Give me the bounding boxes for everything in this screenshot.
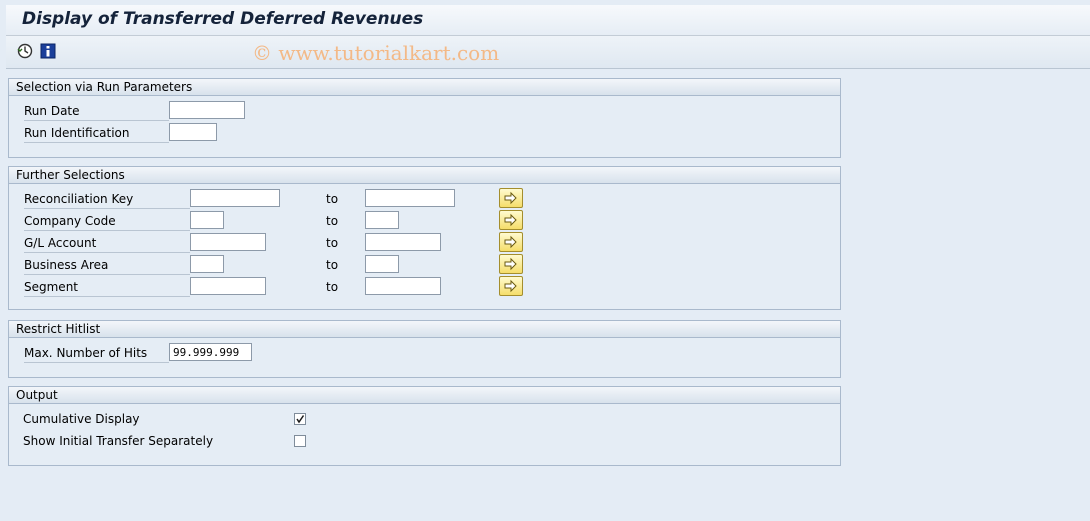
reconciliation-key-from-input[interactable]: [190, 189, 280, 207]
arrow-right-icon: [504, 213, 517, 227]
cumulative-display-checkbox[interactable]: [294, 413, 306, 425]
segment-to-input[interactable]: [365, 277, 441, 295]
run-parameters-group: Selection via Run Parameters Run Date Ru…: [8, 78, 841, 158]
arrow-right-icon: [504, 279, 517, 293]
page-title: Display of Transferred Deferred Revenues: [22, 9, 424, 29]
run-date-input[interactable]: [169, 101, 245, 119]
max-hits-label: Max. Number of Hits: [24, 346, 169, 363]
gl-account-from-input[interactable]: [190, 233, 266, 251]
info-icon[interactable]: [40, 43, 56, 59]
run-parameters-title: Selection via Run Parameters: [9, 79, 840, 96]
application-toolbar: © www.tutorialkart.com: [6, 36, 1090, 69]
gl-account-to-input[interactable]: [365, 233, 441, 251]
cumulative-display-label: Cumulative Display: [23, 412, 140, 426]
output-title: Output: [9, 387, 840, 404]
company-code-multiple-selection-button[interactable]: [499, 210, 523, 230]
reconciliation-key-label: Reconciliation Key: [24, 192, 190, 209]
restrict-hitlist-title: Restrict Hitlist: [9, 321, 840, 338]
reconciliation-key-to-input[interactable]: [365, 189, 455, 207]
gl-account-label: G/L Account: [24, 236, 190, 253]
segment-from-input[interactable]: [190, 277, 266, 295]
company-code-to-input[interactable]: [365, 211, 399, 229]
to-label: to: [326, 214, 339, 228]
gl-account-multiple-selection-button[interactable]: [499, 232, 523, 252]
business-area-to-input[interactable]: [365, 255, 399, 273]
business-area-from-input[interactable]: [190, 255, 224, 273]
show-initial-transfer-label: Show Initial Transfer Separately: [23, 434, 214, 448]
further-selections-title: Further Selections: [9, 167, 840, 184]
company-code-from-input[interactable]: [190, 211, 224, 229]
output-group: Output Cumulative Display Show Initial T…: [8, 386, 841, 466]
to-label: to: [326, 192, 339, 206]
watermark: © www.tutorialkart.com: [252, 41, 500, 65]
execute-clock-icon[interactable]: [17, 43, 33, 59]
company-code-label: Company Code: [24, 214, 190, 231]
arrow-right-icon: [504, 235, 517, 249]
title-bar: Display of Transferred Deferred Revenues: [6, 5, 1090, 36]
segment-multiple-selection-button[interactable]: [499, 276, 523, 296]
business-area-label: Business Area: [24, 258, 190, 275]
max-hits-input[interactable]: [169, 343, 252, 361]
business-area-multiple-selection-button[interactable]: [499, 254, 523, 274]
arrow-right-icon: [504, 257, 517, 271]
checkmark-icon: [296, 415, 305, 424]
to-label: to: [326, 236, 339, 250]
further-selections-group: Further Selections Reconciliation Key to…: [8, 166, 841, 310]
restrict-hitlist-group: Restrict Hitlist Max. Number of Hits: [8, 320, 841, 378]
arrow-right-icon: [504, 191, 517, 205]
show-initial-transfer-checkbox[interactable]: [294, 435, 306, 447]
to-label: to: [326, 280, 339, 294]
reconciliation-key-multiple-selection-button[interactable]: [499, 188, 523, 208]
run-identification-label: Run Identification: [24, 126, 169, 143]
run-date-label: Run Date: [24, 104, 169, 121]
segment-label: Segment: [24, 280, 190, 297]
run-identification-input[interactable]: [169, 123, 217, 141]
to-label: to: [326, 258, 339, 272]
